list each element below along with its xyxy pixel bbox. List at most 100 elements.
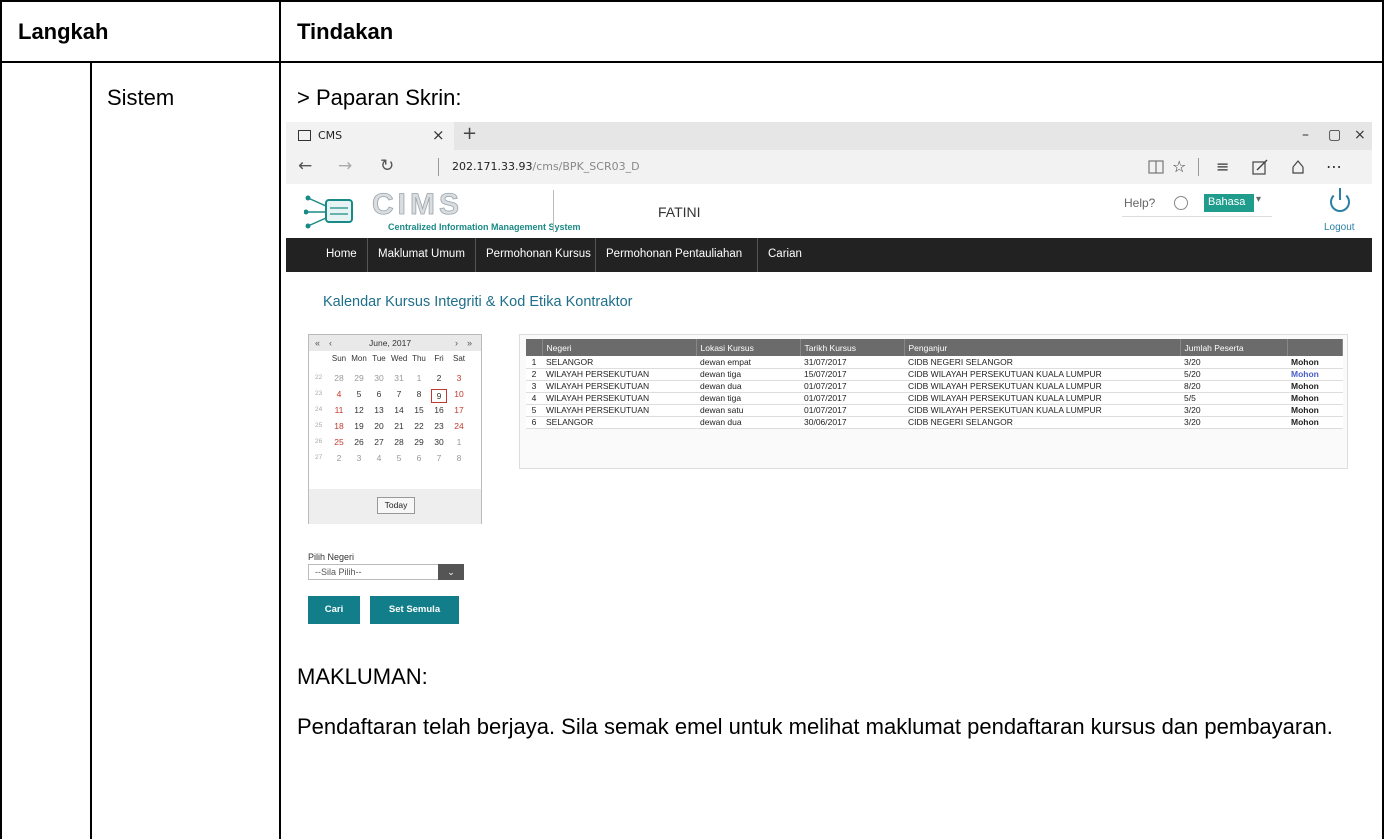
language-select[interactable]: Bahasa (1204, 194, 1254, 212)
calendar-day[interactable]: 7 (391, 389, 407, 399)
calendar-day[interactable]: 20 (371, 421, 387, 431)
mohon-link[interactable]: Mohon (1287, 404, 1343, 417)
calendar-day[interactable]: 17 (451, 405, 467, 415)
favorite-icon[interactable]: ☆ (1172, 157, 1186, 176)
logout-link[interactable]: Logout (1324, 222, 1355, 233)
more-icon[interactable]: ⋯ (1326, 157, 1342, 176)
reading-view-icon[interactable] (1148, 160, 1164, 174)
calendar-day[interactable]: 16 (431, 405, 447, 415)
url-field[interactable]: 202.171.33.93/cms/BPK_SCR03_D (452, 160, 640, 173)
svg-text:CIMS: CIMS (372, 188, 463, 218)
calendar-day[interactable]: 2 (431, 373, 447, 383)
mohon-link[interactable]: Mohon (1287, 368, 1343, 381)
calendar-day[interactable]: 10 (451, 389, 467, 399)
calendar-day[interactable]: 5 (351, 389, 367, 399)
calendar-day[interactable]: 29 (351, 373, 367, 383)
calendar-day[interactable]: 15 (411, 405, 427, 415)
calendar-day[interactable]: 12 (351, 405, 367, 415)
calendar-day[interactable]: 22 (411, 421, 427, 431)
mohon-link[interactable]: Mohon (1287, 380, 1343, 393)
calendar-day[interactable]: 11 (331, 405, 347, 415)
calendar-dow: Sun (331, 354, 347, 363)
minimize-icon[interactable]: – (1302, 127, 1309, 143)
menu-maklumat-umum[interactable]: Maklumat Umum (378, 248, 465, 260)
help-link[interactable]: Help? (1124, 196, 1155, 210)
hub-icon[interactable]: ≡ (1216, 157, 1229, 176)
web-note-icon[interactable] (1252, 159, 1268, 175)
cell-lokasi: dewan satu (696, 404, 800, 417)
menu-home[interactable]: Home (326, 248, 357, 260)
app-header: CIMS Centralized Information Management … (286, 184, 1372, 238)
calendar-day[interactable]: 23 (431, 421, 447, 431)
calendar-day[interactable]: 24 (451, 421, 467, 431)
calendar-day[interactable]: 5 (391, 453, 407, 463)
mohon-link[interactable]: Mohon (1287, 356, 1343, 369)
calendar-day[interactable]: 18 (331, 421, 347, 431)
calendar-day[interactable]: 7 (431, 453, 447, 463)
calendar-day[interactable]: 30 (371, 373, 387, 383)
menu-carian[interactable]: Carian (768, 248, 802, 260)
url-host: 202.171.33.93 (452, 160, 533, 173)
refresh-icon[interactable]: ↻ (380, 156, 394, 176)
cell-tarikh: 01/07/2017 (800, 404, 904, 417)
toolbar-separator (1198, 158, 1199, 176)
cell-no: 2 (526, 368, 542, 381)
user-name: FATINI (658, 204, 701, 220)
menu-permohonan-pentauliahan[interactable]: Permohonan Pentauliahan (606, 248, 742, 260)
search-button[interactable]: Cari (308, 596, 360, 624)
calendar-day[interactable]: 21 (391, 421, 407, 431)
cell-no: 1 (526, 356, 542, 369)
cell-negeri: SELANGOR (542, 416, 696, 429)
close-window-icon[interactable]: × (1354, 127, 1366, 143)
calendar-day[interactable]: 13 (371, 405, 387, 415)
calendar-day[interactable]: 1 (411, 373, 427, 383)
calendar-week-number: 23 (315, 390, 323, 397)
next-month-icon[interactable]: › (455, 338, 458, 348)
cims-wordmark: CIMS (372, 188, 463, 218)
cell-jumlah: 5/5 (1180, 392, 1287, 405)
calendar-month[interactable]: June, 2017 (369, 338, 411, 348)
calendar-day[interactable]: 8 (451, 453, 467, 463)
cell-negeri: WILAYAH PERSEKUTUAN (542, 368, 696, 381)
prev-year-icon[interactable]: « (315, 338, 320, 348)
mohon-link[interactable]: Mohon (1287, 416, 1343, 429)
calendar-day[interactable]: 29 (411, 437, 427, 447)
note-heading: MAKLUMAN: (297, 664, 428, 689)
calendar-day[interactable]: 3 (451, 373, 467, 383)
browser-tab[interactable]: CMS × (286, 122, 454, 150)
today-button[interactable]: Today (377, 497, 415, 514)
calendar-day[interactable]: 9 (431, 389, 447, 403)
calendar-day[interactable]: 4 (331, 389, 347, 399)
next-year-icon[interactable]: » (467, 338, 472, 348)
calendar-day[interactable]: 28 (391, 437, 407, 447)
calendar-day[interactable]: 3 (351, 453, 367, 463)
calendar-week-number: 22 (315, 374, 323, 381)
back-icon[interactable]: ← (298, 156, 312, 176)
chevron-down-icon[interactable]: ⌄ (438, 564, 464, 580)
calendar-day[interactable]: 19 (351, 421, 367, 431)
calendar-day[interactable]: 31 (391, 373, 407, 383)
reset-button[interactable]: Set Semula (370, 596, 459, 624)
calendar-day[interactable]: 1 (451, 437, 467, 447)
calendar-day[interactable]: 6 (371, 389, 387, 399)
calendar-day[interactable]: 26 (351, 437, 367, 447)
calendar-day[interactable]: 2 (331, 453, 347, 463)
share-icon[interactable] (1290, 159, 1306, 175)
restore-icon[interactable]: ▢ (1328, 127, 1341, 143)
calendar-day[interactable]: 25 (331, 437, 347, 447)
page-title: Kalendar Kursus Integriti & Kod Etika Ko… (323, 294, 633, 310)
forward-icon[interactable]: → (338, 156, 352, 176)
calendar-day[interactable]: 6 (411, 453, 427, 463)
new-tab-icon[interactable]: + (462, 123, 477, 144)
calendar-day[interactable]: 30 (431, 437, 447, 447)
tab-close-icon[interactable]: × (432, 126, 445, 144)
mohon-link[interactable]: Mohon (1287, 392, 1343, 405)
calendar-day[interactable]: 14 (391, 405, 407, 415)
calendar-day[interactable]: 27 (371, 437, 387, 447)
calendar-day[interactable]: 4 (371, 453, 387, 463)
calendar-day[interactable]: 28 (331, 373, 347, 383)
calendar-day[interactable]: 8 (411, 389, 427, 399)
menu-permohonan-kursus[interactable]: Permohonan Kursus (486, 248, 591, 260)
calendar-dow: Fri (434, 354, 444, 363)
prev-month-icon[interactable]: ‹ (329, 338, 332, 348)
